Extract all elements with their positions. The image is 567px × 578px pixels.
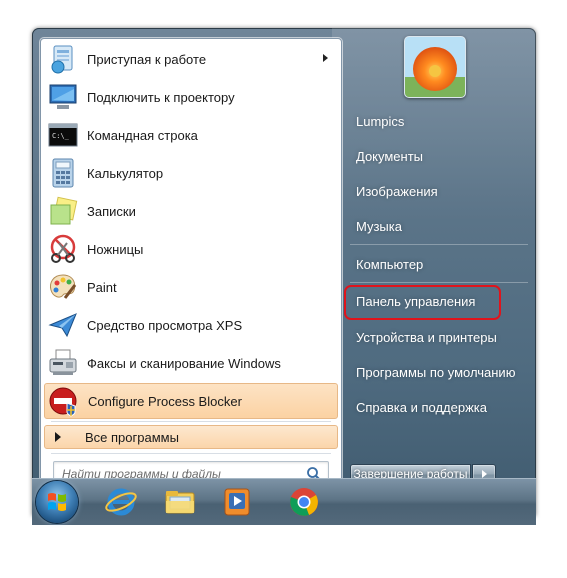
getting-started-icon (47, 43, 79, 75)
start-orb-icon[interactable] (36, 481, 78, 523)
program-fax-scan[interactable]: Факсы и сканирование Windows (44, 345, 338, 381)
submenu-arrow-icon (323, 54, 328, 62)
taskbar (32, 478, 536, 525)
program-label: Paint (87, 279, 117, 295)
menu-item-devices-printers[interactable]: Устройства и принтеры (350, 327, 516, 349)
menu-item-user[interactable]: Lumpics (350, 111, 516, 133)
chrome-icon[interactable] (287, 485, 321, 519)
all-programs-button[interactable]: Все программы (44, 425, 338, 449)
all-programs-label: Все программы (85, 429, 179, 445)
xps-viewer-icon (47, 309, 79, 341)
program-sticky-notes[interactable]: Записки (44, 193, 338, 229)
sticky-notes-icon (47, 195, 79, 227)
cmd-icon: C:\_ (47, 119, 79, 151)
program-label: Записки (87, 203, 136, 219)
internet-explorer-icon[interactable] (104, 485, 138, 519)
divider (51, 421, 331, 422)
start-menu: Приступая к работе Подключить к проектор… (32, 28, 536, 516)
program-label: Configure Process Blocker (88, 393, 242, 409)
program-label: Факсы и сканирование Windows (87, 355, 281, 371)
projector-icon (47, 81, 79, 113)
programs-pane: Приступая к работе Подключить к проектор… (40, 38, 342, 498)
program-label: Средство просмотра XPS (87, 317, 243, 333)
program-label: Подключить к проектору (87, 89, 235, 105)
calculator-icon (47, 157, 79, 189)
program-label: Приступая к работе (87, 51, 207, 67)
menu-item-default-programs[interactable]: Программы по умолчанию (350, 362, 516, 384)
svg-text:C:\_: C:\_ (52, 132, 70, 140)
media-player-icon[interactable] (220, 485, 254, 519)
program-snipping-tool[interactable]: Ножницы (44, 231, 338, 267)
program-projector[interactable]: Подключить к проектору (44, 79, 338, 115)
menu-item-computer[interactable]: Компьютер (350, 254, 516, 276)
highlight-box (344, 285, 501, 320)
menu-item-music[interactable]: Музыка (350, 216, 516, 238)
program-label: Командная строка (87, 127, 198, 143)
scissors-icon (47, 233, 79, 265)
fax-scan-icon (47, 347, 79, 379)
paint-palette-icon (47, 271, 79, 303)
menu-item-pictures[interactable]: Изображения (350, 181, 516, 203)
menu-item-help-support[interactable]: Справка и поддержка (350, 397, 516, 419)
flower-picture-icon (405, 37, 465, 97)
program-xps-viewer[interactable]: Средство просмотра XPS (44, 307, 338, 343)
program-configure-process-blocker[interactable]: Configure Process Blocker (44, 383, 338, 419)
program-calculator[interactable]: Калькулятор (44, 155, 338, 191)
program-label: Ножницы (87, 241, 144, 257)
menu-item-documents[interactable]: Документы (350, 146, 516, 168)
program-getting-started[interactable]: Приступая к работе (44, 41, 338, 77)
expand-arrow-icon (55, 432, 61, 442)
divider (350, 282, 528, 283)
program-cmd[interactable]: C:\_ Командная строка (44, 117, 338, 153)
explorer-folder-icon[interactable] (163, 485, 197, 519)
user-avatar[interactable] (404, 36, 466, 98)
divider (350, 244, 528, 245)
process-blocker-icon (48, 385, 80, 417)
divider (51, 453, 331, 454)
program-label: Калькулятор (87, 165, 164, 181)
program-paint[interactable]: Paint (44, 269, 338, 305)
